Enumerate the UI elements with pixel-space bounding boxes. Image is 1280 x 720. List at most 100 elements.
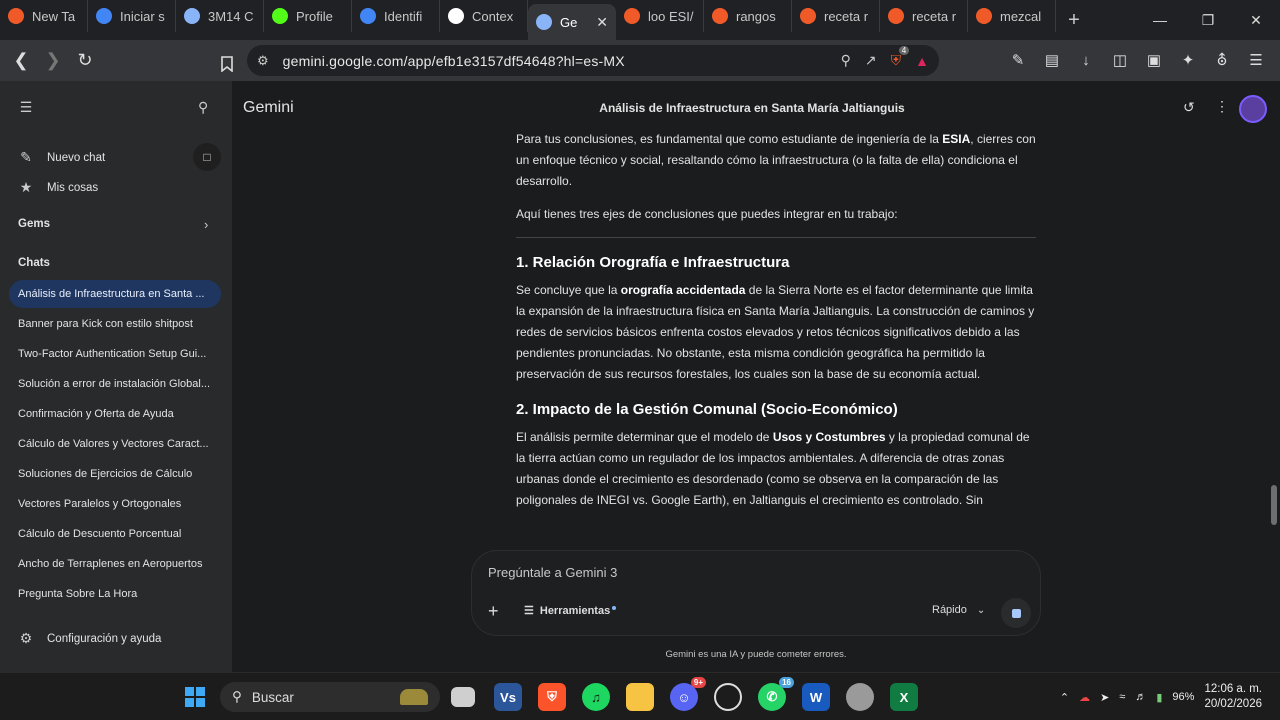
chat-history-item[interactable]: Two-Factor Authentication Setup Gui... xyxy=(9,340,221,368)
chat-history-item[interactable]: Cálculo de Valores y Vectores Caract... xyxy=(9,430,221,458)
cloud-icon[interactable]: ☁ xyxy=(1079,691,1090,704)
bookmark-icon[interactable] xyxy=(212,49,242,79)
prompt-input[interactable] xyxy=(488,565,1008,580)
my-stuff-icon: ★ xyxy=(19,179,33,195)
tools-button[interactable]: ☰ Herramientas xyxy=(524,604,617,617)
battery-icon[interactable]: ▮ xyxy=(1156,691,1162,704)
tab-search-icon[interactable]: ▤ xyxy=(1038,46,1066,74)
chat-history-item[interactable]: Solución a error de instalación Global..… xyxy=(9,370,221,398)
s1-bold: orografía accidentada xyxy=(620,283,746,297)
telegram-icon[interactable]: ➤ xyxy=(1100,691,1109,704)
volume-icon[interactable]: ♬ xyxy=(1135,691,1146,703)
browser-tab[interactable]: Iniciar s xyxy=(88,0,176,32)
extensions-icon[interactable]: ✎ xyxy=(1004,46,1032,74)
browser-tab[interactable]: 3M14 C xyxy=(176,0,264,32)
brave-icon xyxy=(624,8,640,24)
task-view-icon[interactable] xyxy=(451,687,475,707)
close-window-icon[interactable]: ✕ xyxy=(1232,0,1280,40)
browser-tab[interactable]: mezcal xyxy=(968,0,1056,32)
s2-text-a: El análisis permite determinar que el mo… xyxy=(516,430,773,444)
my-stuff-button[interactable]: ★ Mis cosas xyxy=(18,179,98,196)
stop-button[interactable] xyxy=(1001,598,1031,628)
zoom-icon[interactable]: ⚲ xyxy=(841,52,851,69)
chat-history-item[interactable]: Pregunta Sobre La Hora xyxy=(9,580,221,608)
tab-label: rangos xyxy=(736,8,776,24)
s1-text-a: Se concluye que la xyxy=(516,283,621,297)
settings-button[interactable]: ⚙ Configuración y ayuda xyxy=(18,630,162,647)
tab-label: receta r xyxy=(824,8,869,24)
chat-history-item[interactable]: Análisis de Infraestructura en Santa ... xyxy=(9,280,221,308)
forward-icon[interactable]: ❯ xyxy=(38,46,68,76)
tab-label: Iniciar s xyxy=(120,8,165,24)
gems-section[interactable]: Gems xyxy=(18,218,50,230)
minimize-icon[interactable]: — xyxy=(1136,0,1184,40)
app-icon-sphere[interactable] xyxy=(846,683,874,711)
brave-taskbar-icon[interactable]: ⛨ xyxy=(538,683,566,711)
browser-toolbar: ❮ ❯ ↻ ⚙ gemini.google.com/app/efb1e3157d… xyxy=(0,40,1280,81)
taskbar-search[interactable]: ⚲ Buscar xyxy=(220,682,440,712)
intro-bold: ESIA xyxy=(942,132,971,146)
chats-heading: Chats xyxy=(18,257,50,269)
main-menu-icon[interactable]: ☰ xyxy=(18,99,47,116)
close-tab-icon[interactable]: ✕ xyxy=(596,14,608,31)
chat-history-item[interactable]: Confirmación y Oferta de Ayuda xyxy=(9,400,221,428)
chat-history-item[interactable]: Ancho de Terraplenes en Aeropuertos xyxy=(9,550,221,578)
temporary-chat-icon[interactable]: □ xyxy=(193,143,221,171)
menu-icon[interactable]: ☰ xyxy=(1242,46,1270,74)
browser-tab[interactable]: Ge ✕ xyxy=(528,4,616,40)
browser-tab[interactable]: rangos xyxy=(704,0,792,32)
word-icon[interactable]: W xyxy=(802,683,830,711)
obs-icon[interactable] xyxy=(714,683,742,711)
share-icon[interactable]: ↗ xyxy=(865,52,877,69)
address-bar[interactable]: ⚙ gemini.google.com/app/efb1e3157df54648… xyxy=(247,45,939,76)
vpn-icon[interactable]: ⛢ xyxy=(1208,46,1236,74)
excel-icon[interactable]: X xyxy=(890,683,918,711)
intro-text-a: Para tus conclusiones, es fundamental qu… xyxy=(516,132,943,146)
start-icon[interactable] xyxy=(181,683,209,711)
section-1-text: Se concluye que la orografía accidentada… xyxy=(516,280,1036,385)
app-icon-vs[interactable]: Vs xyxy=(494,683,522,711)
new-tab-button[interactable]: + xyxy=(1060,6,1088,34)
chat-history-item[interactable]: Banner para Kick con estilo shitpost xyxy=(9,310,221,338)
sidebar-toggle-icon[interactable]: ◫ xyxy=(1106,46,1134,74)
browser-tab[interactable]: Identifi xyxy=(352,0,440,32)
wallet-icon[interactable]: ▣ xyxy=(1140,46,1168,74)
discord-icon[interactable]: ☺ 9+ xyxy=(670,677,706,711)
avatar[interactable] xyxy=(1239,95,1267,123)
new-chat-button[interactable]: ✎ Nuevo chat xyxy=(18,149,105,166)
browser-tab[interactable]: New Ta xyxy=(0,0,88,32)
brave-rewards-icon[interactable]: ▲ xyxy=(915,53,929,69)
downloads-icon[interactable]: ↓ xyxy=(1072,46,1100,74)
search-icon[interactable]: ⚲ xyxy=(198,99,208,116)
chat-history-item[interactable]: Soluciones de Ejercicios de Cálculo xyxy=(9,460,221,488)
file-explorer-icon[interactable] xyxy=(626,683,654,711)
leo-ai-icon[interactable]: ✦ xyxy=(1174,46,1202,74)
clock[interactable]: 12:06 a. m. 20/02/2026 xyxy=(1204,682,1262,712)
browser-tab[interactable]: loo ESI/ xyxy=(616,0,704,32)
share-conversation-icon[interactable]: ↺ xyxy=(1183,99,1195,116)
browser-tab[interactable]: receta r xyxy=(792,0,880,32)
wifi-icon[interactable]: ≈ xyxy=(1119,691,1125,703)
chevron-right-icon[interactable]: › xyxy=(204,217,208,232)
back-icon[interactable]: ❮ xyxy=(6,46,36,76)
mode-selector[interactable]: Rápido ⌄ xyxy=(932,604,985,616)
tab-label: Ge xyxy=(560,14,578,30)
browser-tab[interactable]: receta r xyxy=(880,0,968,32)
spotify-icon[interactable]: ♫ xyxy=(582,683,610,711)
reload-icon[interactable]: ↻ xyxy=(70,46,100,76)
site-settings-icon[interactable]: ⚙ xyxy=(257,53,269,69)
chevron-up-icon[interactable]: ⌃ xyxy=(1060,691,1069,704)
chat-history-item[interactable]: Cálculo de Descuento Porcentual xyxy=(9,520,221,548)
system-tray: ⌃ ☁ ➤ ≈ ♬ ▮ 96% 12:06 a. m. 20/02/2026 xyxy=(1060,682,1262,712)
browser-tab[interactable]: Contex xyxy=(440,0,528,32)
chat-history-item[interactable]: Vectores Paralelos y Ortogonales xyxy=(9,490,221,518)
scrollbar[interactable] xyxy=(1271,485,1277,525)
brave-shields-icon[interactable]: ⛨ 4 xyxy=(891,46,910,69)
more-options-icon[interactable]: ⋮ xyxy=(1215,98,1229,115)
tab-label: receta r xyxy=(912,8,957,24)
gemini-brand[interactable]: Gemini xyxy=(243,99,294,117)
whatsapp-icon[interactable]: ✆ 16 xyxy=(758,677,794,711)
add-attachment-icon[interactable]: + xyxy=(488,601,499,622)
maximize-icon[interactable]: ❐ xyxy=(1184,0,1232,40)
browser-tab[interactable]: Profile xyxy=(264,0,352,32)
